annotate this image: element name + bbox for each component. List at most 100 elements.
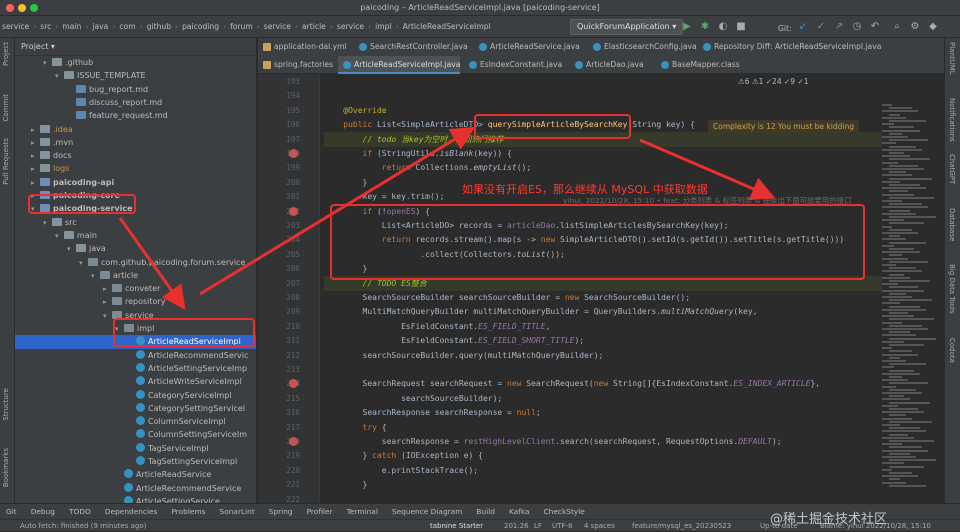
tree-folder-item[interactable]: ▸ docs xyxy=(15,149,256,163)
tree-folder-item[interactable]: ▸ .idea xyxy=(15,123,256,136)
code-line[interactable]: return Collections.emptyList(); xyxy=(324,160,531,175)
code-minimap[interactable] xyxy=(882,104,938,499)
stop-icon[interactable]: ■ xyxy=(734,20,748,34)
code-line[interactable]: searchResponse = restHighLevelClient.sea… xyxy=(324,434,782,449)
chevron-right-icon[interactable]: ▸ xyxy=(103,283,112,296)
chevron-down-icon[interactable]: ▾ xyxy=(55,230,64,243)
breadcrumb-item[interactable]: impl xyxy=(375,22,391,31)
tabnine-status[interactable]: tabnine Starter xyxy=(430,520,483,532)
left-tool-tab[interactable]: Structure xyxy=(2,388,10,421)
tool-window-button[interactable]: Git xyxy=(6,507,17,516)
tree-folder-item[interactable]: ▸ .mvn xyxy=(15,136,256,150)
left-tool-tab[interactable]: Commit xyxy=(2,94,10,122)
breadcrumb-item[interactable]: paicoding xyxy=(182,22,219,31)
breadcrumb-item[interactable]: ArticleReadServiceImpl xyxy=(403,22,491,31)
code-line[interactable]: SearchResponse searchResponse = null; xyxy=(324,405,541,420)
code-line[interactable]: @Override xyxy=(324,103,386,118)
chevron-down-icon[interactable]: ▾ xyxy=(67,243,76,256)
tree-folder-item[interactable]: ▾ com.github.paicoding.forum.service xyxy=(15,256,256,270)
breadcrumb-item[interactable]: forum xyxy=(230,22,253,31)
tree-class-item[interactable]: ColumnSettingServiceIm xyxy=(15,428,256,441)
tree-class-item[interactable]: ArticleSettingService xyxy=(15,495,256,503)
left-tool-tab[interactable]: Project xyxy=(2,42,10,66)
breakpoint-icon[interactable] xyxy=(289,437,298,446)
tool-window-button[interactable]: Build xyxy=(476,507,495,516)
right-tool-tab[interactable]: PlantUML xyxy=(948,42,956,75)
tool-window-button[interactable]: Debug xyxy=(31,507,55,516)
editor-tab[interactable]: EsIndexConstant.java xyxy=(464,56,566,74)
code-line[interactable]: } catch (IOException e) { xyxy=(324,448,483,463)
chevron-down-icon[interactable]: ▾ xyxy=(55,70,64,83)
close-window-icon[interactable] xyxy=(6,4,14,12)
chevron-down-icon[interactable]: ▾ xyxy=(91,270,100,283)
history-icon[interactable]: ◷ xyxy=(850,20,864,34)
tree-class-item[interactable]: CategoryServiceImpl xyxy=(15,389,256,402)
chevron-right-icon[interactable]: ▸ xyxy=(31,137,40,150)
breadcrumb-item[interactable]: com xyxy=(119,22,135,31)
project-panel-header[interactable]: Project ▾ xyxy=(15,38,256,56)
tool-window-button[interactable]: Dependencies xyxy=(105,507,158,516)
tree-folder-item[interactable]: ▾ src xyxy=(15,216,256,229)
breakpoint-icon[interactable] xyxy=(289,206,298,216)
editor-tab[interactable]: spring.factories xyxy=(258,56,334,74)
editor-tab-active[interactable]: ArticleReadServiceImpl.java xyxy=(338,56,460,74)
git-commit-icon[interactable]: ✓ xyxy=(814,20,828,34)
code-line[interactable]: SearchSourceBuilder searchSourceBuilder … xyxy=(324,290,691,305)
chevron-right-icon[interactable]: ▸ xyxy=(31,150,40,163)
code-line[interactable]: key = key.trim(); xyxy=(324,189,445,204)
code-line[interactable]: } xyxy=(324,477,368,492)
chevron-down-icon[interactable]: ▾ xyxy=(79,257,88,270)
run-config-selector[interactable]: QuickForumApplication ▾ xyxy=(570,19,684,35)
left-tool-tab[interactable]: Bookmarks xyxy=(2,448,10,487)
code-line[interactable]: SearchRequest searchRequest = new Search… xyxy=(324,376,821,391)
editor-gutter[interactable]: 1931941951961971981992002012022032042052… xyxy=(258,74,320,503)
breadcrumb-item[interactable]: src xyxy=(40,22,51,31)
code-line[interactable]: searchSourceBuilder); xyxy=(324,391,502,406)
chevron-right-icon[interactable]: ▸ xyxy=(31,163,40,176)
settings-icon[interactable]: ⚙ xyxy=(908,20,922,34)
tool-window-button[interactable]: TODO xyxy=(69,507,91,516)
chevron-right-icon[interactable]: ▸ xyxy=(31,177,40,190)
tool-window-button[interactable]: Kafka xyxy=(509,507,530,516)
run-icon[interactable]: ▶ xyxy=(680,20,694,34)
chevron-right-icon[interactable]: ▸ xyxy=(103,296,112,309)
right-tool-tab[interactable]: Codota xyxy=(948,338,956,363)
tree-file-item[interactable]: discuss_report.md xyxy=(15,96,256,109)
breadcrumb-item[interactable]: service xyxy=(337,22,364,31)
editor-tab[interactable]: ArticleReadService.java xyxy=(474,38,584,56)
editor-tab[interactable]: application-dal.yml xyxy=(258,38,350,56)
git-update-icon[interactable]: ↙ xyxy=(796,20,810,34)
git-push-icon[interactable]: ↗ xyxy=(832,20,846,34)
indent-setting[interactable]: 4 spaces xyxy=(584,520,615,532)
right-tool-tab[interactable]: Notifications xyxy=(948,98,956,142)
code-line[interactable]: EsFieldConstant.ES_FIELD_TITLE, xyxy=(324,319,550,334)
chevron-down-icon[interactable]: ▾ xyxy=(43,57,52,70)
right-tool-tab[interactable]: ChatGPT xyxy=(948,154,956,184)
debug-icon[interactable]: ✱ xyxy=(698,20,712,34)
caret-position[interactable]: 201:26 xyxy=(504,520,529,532)
search-icon[interactable]: ⌕ xyxy=(890,20,904,34)
tool-window-button[interactable]: SonarLint xyxy=(220,507,255,516)
tree-file-item[interactable]: feature_request.md xyxy=(15,109,256,122)
tree-folder-item[interactable]: ▾ article xyxy=(15,269,256,283)
git-branch[interactable]: feature/mysql_es_20230523 xyxy=(632,520,731,532)
tree-class-item[interactable]: ArticleRecommendServic xyxy=(15,349,256,362)
coverage-icon[interactable]: ◐ xyxy=(716,20,730,34)
code-line[interactable]: } xyxy=(324,175,368,190)
code-line[interactable]: MultiMatchQueryBuilder multiMatchQueryBu… xyxy=(324,304,758,319)
right-tool-tab[interactable]: Big Data Tools xyxy=(948,264,956,314)
tool-window-button[interactable]: Sequence Diagram xyxy=(392,507,463,516)
tool-window-button[interactable]: Profiler xyxy=(307,507,333,516)
breadcrumb-item[interactable]: github xyxy=(147,22,171,31)
rollback-icon[interactable]: ↶ xyxy=(868,20,882,34)
tool-window-button[interactable]: Terminal xyxy=(347,507,378,516)
file-encoding[interactable]: UTF-8 xyxy=(552,520,572,532)
code-line[interactable]: try { xyxy=(324,420,387,435)
tool-window-button[interactable]: Spring xyxy=(269,507,293,516)
editor-tab[interactable]: Repository Diff: ArticleReadServiceImpl.… xyxy=(698,38,881,56)
code-line[interactable]: EsFieldConstant.ES_FIELD_SHORT_TITLE); xyxy=(324,333,584,348)
tool-window-button[interactable]: CheckStyle xyxy=(544,507,585,516)
tree-class-item[interactable]: CategorySettingServiceI xyxy=(15,402,256,415)
tree-folder-item[interactable]: ▸ logs xyxy=(15,162,256,176)
editor-tab[interactable]: SearchRestController.java xyxy=(354,38,470,56)
